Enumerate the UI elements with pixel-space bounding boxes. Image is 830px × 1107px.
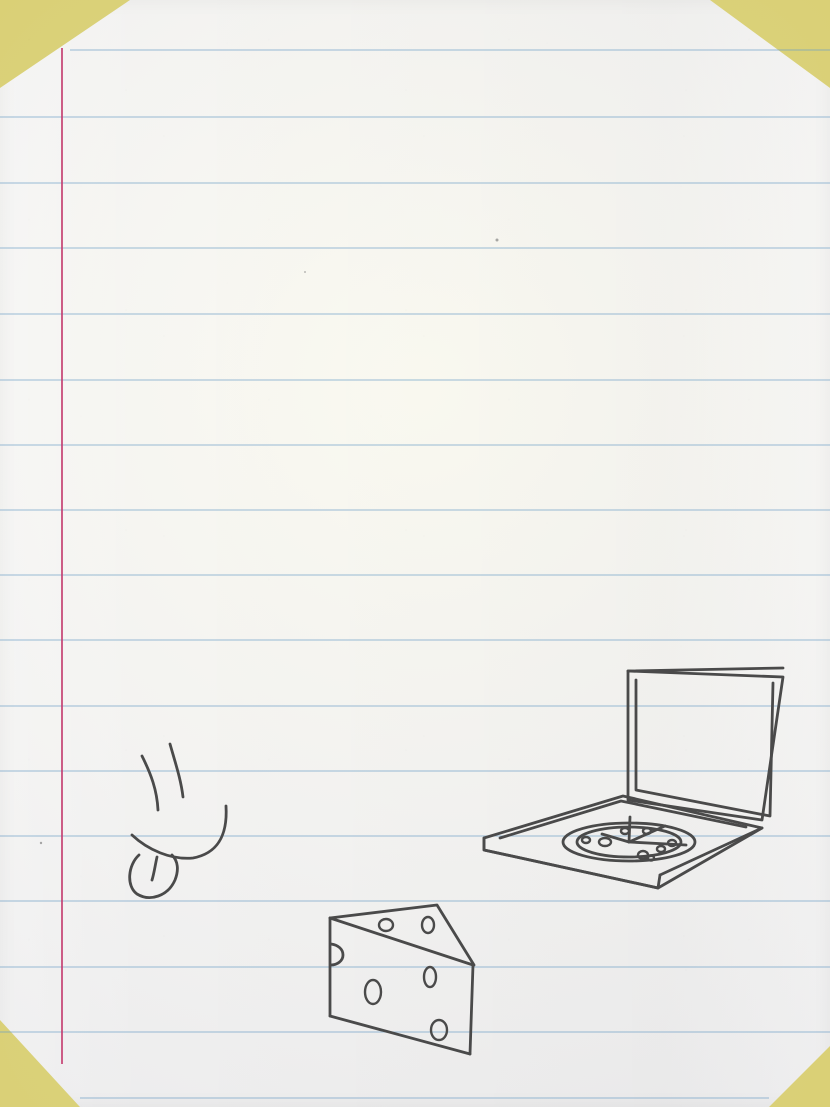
- tongue-sketch: [128, 742, 228, 899]
- pizza-topping: [641, 826, 653, 836]
- cheese-hole: [377, 917, 395, 933]
- box-lid-top-edge: [626, 666, 785, 673]
- pizza-box-sketch: [482, 666, 785, 890]
- pizza-slice-line: [627, 840, 688, 847]
- canvas: [0, 0, 830, 1107]
- pizza-topping: [655, 844, 667, 854]
- cheese-right-side: [468, 963, 475, 1056]
- paper-speck: [39, 841, 43, 845]
- pizza-topping: [646, 854, 656, 862]
- cheese-hole: [422, 965, 438, 989]
- cheese-hole: [429, 1018, 449, 1042]
- box-lid-outer: [626, 669, 785, 822]
- cheese-edge-notch: [329, 942, 345, 967]
- cheese-hole: [363, 978, 383, 1006]
- pizza-topping: [619, 826, 631, 836]
- cheese-bottom: [328, 1014, 472, 1056]
- pizza-topping: [580, 835, 592, 845]
- paper-speck: [304, 271, 306, 273]
- tongue-center-line: [150, 855, 159, 882]
- box-base-front: [482, 836, 662, 890]
- cheese-top: [328, 903, 476, 967]
- cheese-hole: [420, 915, 436, 935]
- box-lid-inner: [634, 678, 775, 818]
- cheese-sketch: [328, 903, 476, 1056]
- tongue-stroke-right: [168, 742, 185, 799]
- mouth-curve: [130, 804, 228, 860]
- paper-speck: [495, 238, 499, 242]
- sketch-layer: [39, 238, 785, 1056]
- box-base-outer: [482, 794, 764, 890]
- pizza-topping: [597, 836, 613, 848]
- tongue-stroke-left: [140, 754, 160, 812]
- cheese-front-top-edge: [328, 916, 475, 967]
